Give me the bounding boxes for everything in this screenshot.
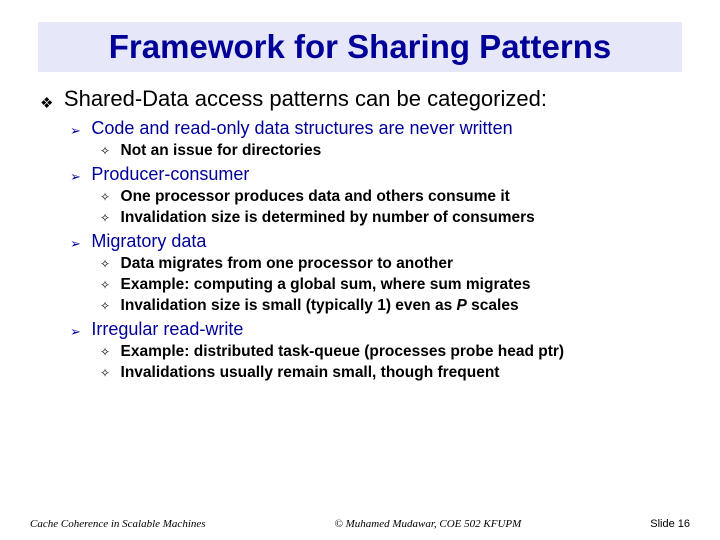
diamond-open-icon: ✧: [100, 366, 110, 380]
bullet-lvl3: ✧ Invalidation size is small (typically …: [100, 297, 680, 315]
diamond-open-icon: ✧: [100, 299, 110, 313]
diamond-open-icon: ✧: [100, 278, 110, 292]
arrow-bullet-icon: ➢: [70, 324, 81, 339]
bullet-lvl3: ✧ Invalidation size is determined by num…: [100, 209, 680, 227]
diamond-open-icon: ✧: [100, 211, 110, 225]
lvl3-text-emph: P: [457, 297, 467, 314]
lvl3-text: Invalidation size is determined by numbe…: [121, 209, 535, 226]
bullet-lvl3: ✧ Invalidations usually remain small, th…: [100, 364, 680, 382]
footer-right: Slide 16: [650, 518, 690, 530]
bullet-lvl3: ✧ Not an issue for directories: [100, 142, 680, 160]
lvl3-text: Invalidation size is small (typically 1)…: [121, 297, 519, 314]
lvl3-text: Example: computing a global sum, where s…: [121, 276, 531, 293]
lvl3-text: Not an issue for directories: [121, 142, 322, 159]
diamond-bullet-icon: ❖: [40, 95, 53, 112]
bullet-lvl2: ➢ Irregular read-write: [70, 319, 680, 340]
lvl3-text: Example: distributed task-queue (process…: [121, 343, 565, 360]
lvl3-text: Invalidations usually remain small, thou…: [121, 364, 500, 381]
lvl3-text-part: Invalidation size is small (typically 1)…: [121, 297, 457, 314]
bullet-lvl3: ✧ Example: distributed task-queue (proce…: [100, 343, 680, 361]
diamond-open-icon: ✧: [100, 345, 110, 359]
bullet-lvl3: ✧ Example: computing a global sum, where…: [100, 276, 680, 294]
lvl2-text: Code and read-only data structures are n…: [91, 118, 512, 138]
slide-title: Framework for Sharing Patterns: [56, 28, 664, 66]
diamond-open-icon: ✧: [100, 190, 110, 204]
bullet-lvl2: ➢ Producer-consumer: [70, 164, 680, 185]
lvl3-text: Data migrates from one processor to anot…: [121, 255, 453, 272]
footer-center: © Muhamed Mudawar, COE 502 KFUPM: [206, 518, 651, 530]
lvl2-text: Irregular read-write: [91, 319, 243, 339]
bullet-lvl1: ❖ Shared-Data access patterns can be cat…: [40, 86, 680, 112]
lvl2-text: Migratory data: [91, 231, 206, 251]
slide-footer: Cache Coherence in Scalable Machines © M…: [0, 518, 720, 530]
lvl3-text-part: scales: [467, 297, 519, 314]
footer-left: Cache Coherence in Scalable Machines: [30, 518, 206, 530]
bullet-lvl3: ✧ One processor produces data and others…: [100, 188, 680, 206]
title-box: Framework for Sharing Patterns: [38, 22, 682, 72]
lvl1-text: Shared-Data access patterns can be categ…: [64, 86, 547, 111]
slide: Framework for Sharing Patterns ❖ Shared-…: [0, 0, 720, 540]
bullet-lvl2: ➢ Code and read-only data structures are…: [70, 118, 680, 139]
diamond-open-icon: ✧: [100, 257, 110, 271]
arrow-bullet-icon: ➢: [70, 236, 81, 251]
bullet-lvl2: ➢ Migratory data: [70, 231, 680, 252]
diamond-open-icon: ✧: [100, 144, 110, 158]
arrow-bullet-icon: ➢: [70, 123, 81, 138]
bullet-lvl3: ✧ Data migrates from one processor to an…: [100, 255, 680, 273]
lvl2-text: Producer-consumer: [91, 164, 249, 184]
arrow-bullet-icon: ➢: [70, 169, 81, 184]
slide-content: ❖ Shared-Data access patterns can be cat…: [38, 86, 682, 382]
lvl3-text: One processor produces data and others c…: [121, 188, 510, 205]
